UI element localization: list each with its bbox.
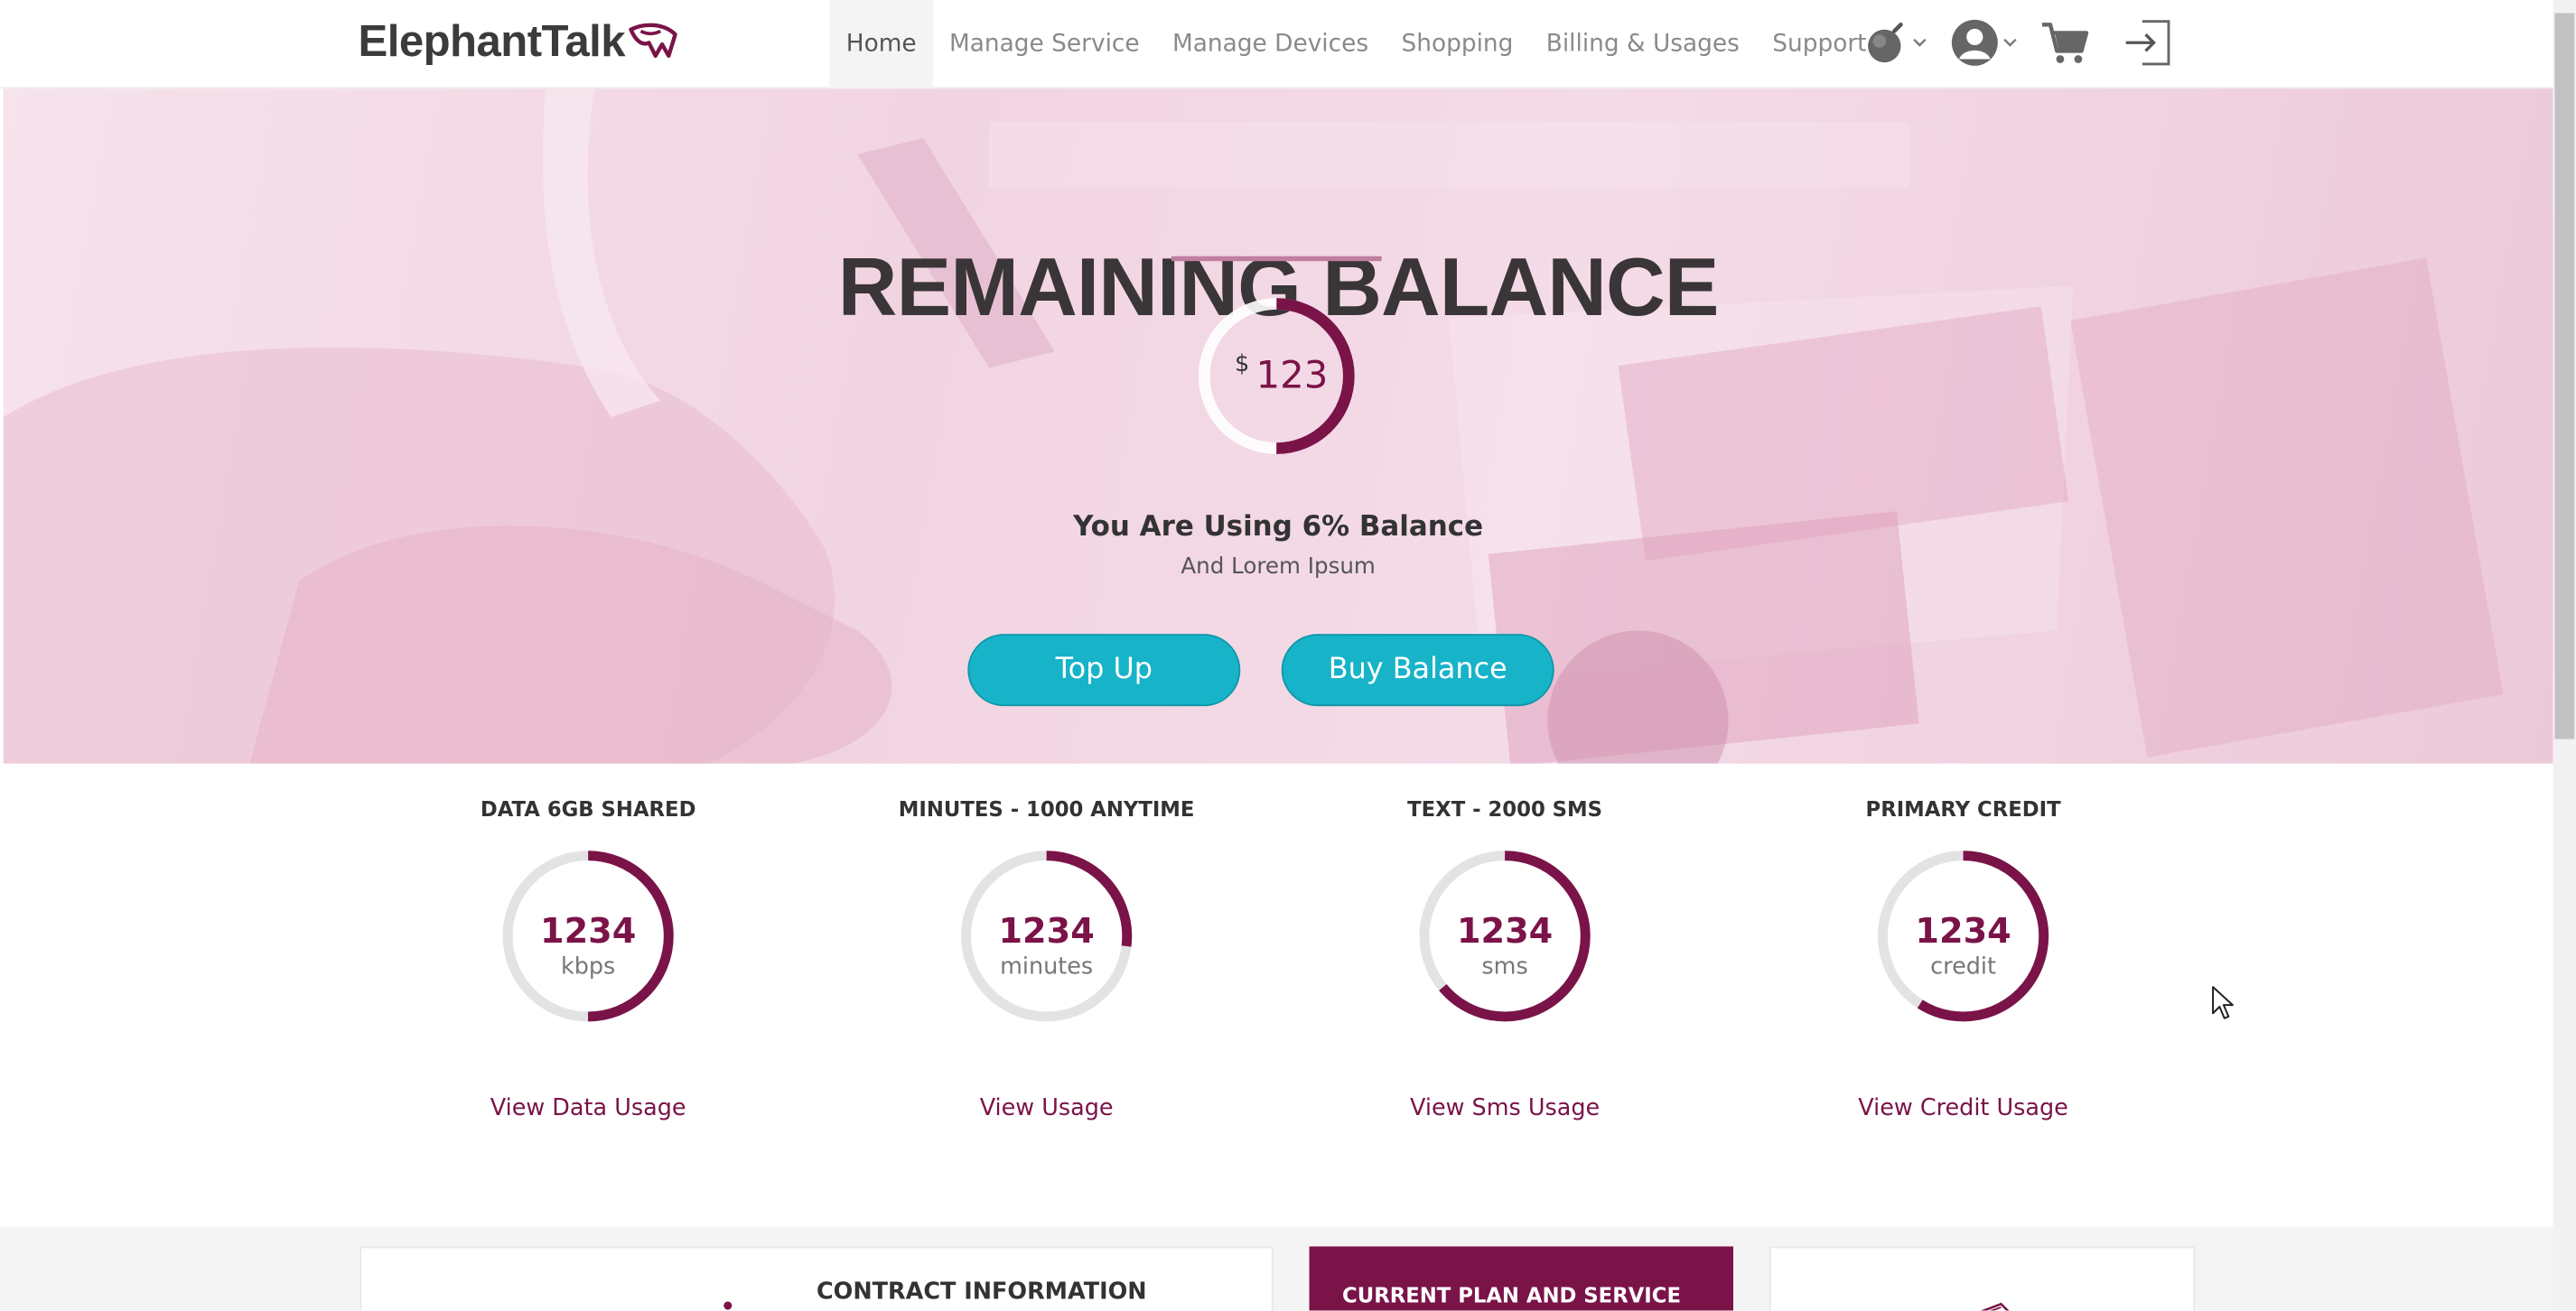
header-tools — [1863, 14, 2172, 72]
title-underline — [1171, 256, 1382, 262]
usage-value: 1234 — [539, 911, 637, 952]
cart-button[interactable] — [2040, 20, 2090, 66]
sign-out-button[interactable] — [2123, 18, 2172, 68]
nav-manage-devices[interactable]: Manage Devices — [1156, 0, 1385, 88]
bomb-icon — [1868, 23, 1903, 63]
contract-icon — [723, 1301, 733, 1310]
nav-home[interactable]: Home — [829, 0, 933, 89]
balance-subtext: And Lorem Ipsum — [1181, 553, 1376, 581]
usage-unit: credit — [1930, 953, 1996, 981]
chevron-down-icon — [2003, 38, 2017, 47]
contract-title: CONTRACT INFORMATION — [816, 1278, 1147, 1306]
elephant-logo-icon — [630, 22, 678, 58]
view-data-usage-link[interactable]: View Data Usage — [424, 1095, 752, 1121]
balance-amount: $123 — [1202, 351, 1360, 397]
contract-information-card[interactable]: CONTRACT INFORMATION — [359, 1246, 1274, 1311]
usage-title: MINUTES - 1000 ANYTIME — [898, 796, 1195, 822]
view-usage-link[interactable]: View Usage — [882, 1095, 1211, 1121]
user-menu[interactable] — [1950, 18, 2018, 68]
shopping-cart-icon — [2041, 23, 2089, 63]
info-cards-section: CONTRACT INFORMATION CURRENT PLAN AND SE… — [0, 1226, 2553, 1311]
logo-text: ElephantTalk — [358, 16, 626, 66]
bomb-menu[interactable] — [1863, 20, 1927, 66]
main-nav: Home Manage Service Manage Devices Shopp… — [829, 0, 1883, 89]
scrollbar-thumb[interactable] — [2554, 13, 2575, 739]
user-avatar-icon — [1951, 19, 1998, 66]
usage-value: 1234 — [1456, 911, 1554, 952]
usage-title: DATA 6GB SHARED — [480, 796, 696, 822]
current-plan-card[interactable]: CURRENT PLAN AND SERVICE — [1309, 1246, 1733, 1311]
balance-value: 123 — [1255, 354, 1329, 398]
usage-value: 1234 — [998, 911, 1095, 952]
currency-symbol: $ — [1235, 351, 1250, 378]
app-window: ElephantTalk Home Manage Service Manage … — [0, 0, 2576, 1311]
nav-billing-usages[interactable]: Billing & Usages — [1530, 0, 1756, 88]
usage-unit: sms — [1481, 953, 1528, 981]
top-up-button[interactable]: Top Up — [967, 634, 1241, 707]
nav-shopping[interactable]: Shopping — [1385, 0, 1529, 88]
view-credit-usage-link[interactable]: View Credit Usage — [1799, 1095, 2128, 1121]
usage-title: TEXT - 2000 SMS — [1407, 796, 1603, 822]
mouse-cursor-icon — [2212, 986, 2234, 1019]
usage-unit: kbps — [560, 953, 616, 981]
usage-title: PRIMARY CREDIT — [1865, 796, 2061, 822]
view-sms-usage-link[interactable]: View Sms Usage — [1340, 1095, 1669, 1121]
balance-hero: REMAINING BALANCE $123 You Are Using 6% … — [3, 88, 2553, 764]
usage-section: DATA 6GB SHARED 1234 kbps View Data Usag… — [0, 763, 2553, 1227]
info-card[interactable] — [1769, 1246, 2196, 1311]
current-plan-title: CURRENT PLAN AND SERVICE — [1342, 1282, 1681, 1307]
usage-unit: minutes — [1000, 953, 1094, 981]
buy-balance-button[interactable]: Buy Balance — [1281, 634, 1554, 707]
chevron-down-icon — [1913, 38, 1927, 47]
document-icon — [1980, 1302, 2010, 1311]
balance-usage-text: You Are Using 6% Balance — [1073, 510, 1484, 544]
top-header: ElephantTalk Home Manage Service Manage … — [0, 0, 2553, 89]
sign-out-icon — [2125, 20, 2170, 66]
nav-manage-service[interactable]: Manage Service — [933, 0, 1156, 88]
usage-value: 1234 — [1915, 911, 2011, 952]
logo[interactable]: ElephantTalk — [359, 16, 681, 67]
